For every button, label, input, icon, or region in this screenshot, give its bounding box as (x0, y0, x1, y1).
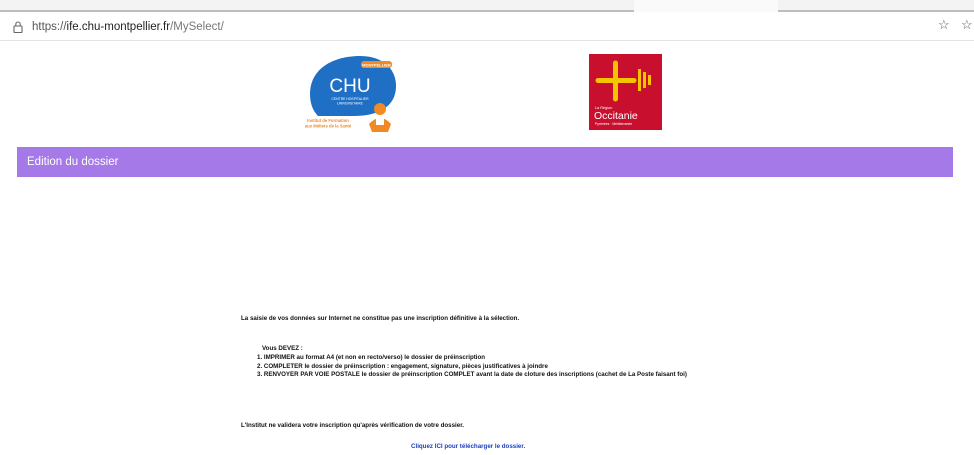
browser-tab-strip (0, 0, 974, 12)
notice-text: La saisie de vos données sur Internet ne… (241, 315, 520, 322)
occitanie-region-text: Pyrénées · Méditerranée (595, 122, 632, 126)
page-title: Edition du dossier (27, 156, 119, 168)
chu-logo: MONTPELLIER CHU CENTRE HOSPITALIER UNIVE… (305, 56, 396, 132)
occitanie-name: Occitanie (594, 110, 638, 122)
lock-icon[interactable] (11, 20, 25, 34)
browser-address-bar[interactable]: https://ife.chu-montpellier.fr/MySelect/… (0, 12, 974, 41)
star-icon[interactable]: ☆ (938, 18, 950, 32)
step-item: 2. COMPLETER le dossier de préinscriptio… (257, 362, 548, 370)
favorites-icon[interactable]: ☆ (961, 18, 973, 32)
active-tab[interactable] (634, 0, 778, 12)
must-title: Vous DEVEZ : (262, 345, 303, 352)
download-dossier-link[interactable]: Cliquez ICI pour télécharger le dossier. (411, 443, 525, 452)
chu-subtitle-line-2: UNIVERSITAIRE (337, 102, 363, 106)
validation-text: L'Institut ne validera votre inscription… (241, 422, 465, 429)
step-item: 3. RENVOYER PAR VOIE POSTALE le dossier … (257, 371, 687, 379)
page-header-banner: Edition du dossier (17, 147, 953, 177)
occitanie-logo: La Région Occitanie Pyrénées · Méditerra… (589, 54, 662, 130)
chu-institute-line-2: aux Métiers de la Santé (305, 124, 352, 129)
url-path: /MySelect/ (170, 21, 224, 33)
chu-institute-line-1: Institut de Formation (307, 118, 349, 123)
steps-list: 1. IMPRIMER au format A4 (et non en rect… (257, 354, 687, 380)
chu-badge-text: MONTPELLIER (362, 62, 391, 67)
chu-subtitle-line-1: CENTRE HOSPITALIER (331, 97, 369, 101)
url-host: ife.chu-montpellier.fr (66, 21, 171, 33)
step-item: 1. IMPRIMER au format A4 (et non en rect… (257, 354, 486, 361)
url-text[interactable]: https://ife.chu-montpellier.fr/MySelect/ (32, 20, 224, 34)
url-protocol: https:// (32, 21, 67, 33)
chu-mark-text: CHU (329, 76, 370, 97)
